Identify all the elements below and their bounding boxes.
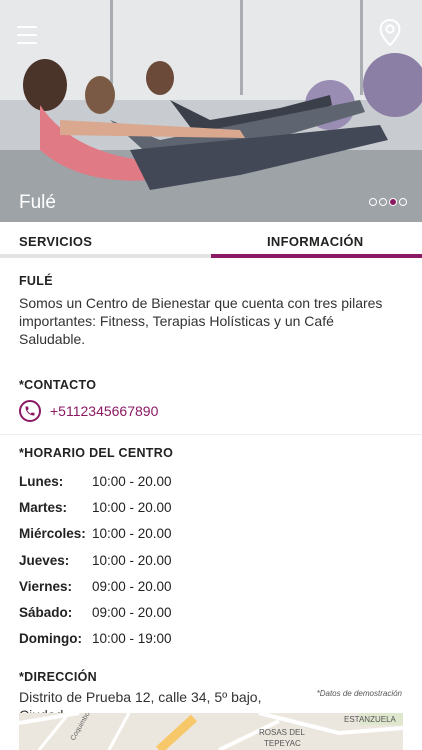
day-label: Jueves: — [19, 552, 70, 568]
map-label: ESTANZUELA — [344, 715, 397, 724]
location-map[interactable]: ESTANZUELA ROSAS DEL TEPEYAC Coquimbo — [19, 713, 403, 750]
schedule-row: Sábado: 09:00 - 20.00 — [19, 599, 403, 625]
location-pin-icon[interactable] — [378, 18, 402, 48]
tab-servicios[interactable]: SERVICIOS — [0, 222, 211, 258]
demo-data-note: *Datos de demostración — [316, 689, 402, 698]
hero-banner: Fulé — [0, 0, 422, 222]
phone-icon — [19, 400, 41, 422]
tab-bar: SERVICIOS INFORMACIÓN — [0, 222, 422, 258]
carousel-dot[interactable] — [399, 198, 407, 206]
map-graphic: ESTANZUELA ROSAS DEL TEPEYAC Coquimbo — [19, 713, 403, 750]
address-heading: *DIRECCIÓN — [19, 670, 98, 685]
hours-value: 10:00 - 20.00 — [92, 552, 172, 568]
carousel-dot[interactable] — [369, 198, 377, 206]
map-label: TEPEYAC — [264, 739, 301, 748]
schedule-row: Domingo: 10:00 - 19:00 — [19, 626, 403, 652]
hours-value: 10:00 - 20.00 — [92, 473, 172, 489]
hero-photo — [0, 0, 422, 222]
day-label: Domingo: — [19, 631, 82, 647]
day-label: Viernes: — [19, 578, 73, 594]
business-description: Somos un Centro de Bienestar que cuenta … — [19, 295, 383, 347]
contact-heading: *CONTACTO — [19, 378, 97, 392]
schedule-row: Viernes: 09:00 - 20.00 — [19, 573, 403, 599]
schedule-table: Lunes: 10:00 - 20.00 Martes: 10:00 - 20.… — [19, 468, 403, 652]
hours-value: 09:00 - 20.00 — [92, 578, 172, 594]
schedule-row: Lunes: 10:00 - 20.00 — [19, 468, 403, 494]
schedule-row: Martes: 10:00 - 20.00 — [19, 494, 403, 520]
hours-value: 09:00 - 20.00 — [92, 605, 172, 621]
tab-informacion-label: INFORMACIÓN — [267, 234, 364, 249]
map-label: ROSAS DEL — [259, 728, 305, 737]
carousel-dot[interactable] — [379, 198, 387, 206]
hours-value: 10:00 - 20.00 — [92, 499, 172, 515]
carousel-indicator — [369, 198, 407, 206]
day-label: Sábado: — [19, 605, 73, 621]
contact-section: *CONTACTO +5112345667890 — [0, 348, 422, 434]
day-label: Lunes: — [19, 473, 64, 489]
phone-link[interactable]: +5112345667890 — [19, 400, 403, 422]
hours-value: 10:00 - 19:00 — [92, 631, 172, 647]
schedule-row: Jueves: 10:00 - 20.00 — [19, 547, 403, 573]
carousel-dot-active[interactable] — [389, 198, 397, 206]
schedule-section: *HORARIO DEL CENTRO Lunes: 10:00 - 20.00… — [0, 435, 422, 652]
day-label: Martes: — [19, 499, 68, 515]
phone-number: +5112345667890 — [50, 403, 159, 419]
menu-button[interactable] — [17, 26, 37, 46]
tab-servicios-label: SERVICIOS — [19, 234, 93, 249]
schedule-row: Miércoles: 10:00 - 20.00 — [19, 521, 403, 547]
about-section: FULÉ Somos un Centro de Bienestar que cu… — [0, 258, 422, 348]
schedule-heading: *HORARIO DEL CENTRO — [19, 446, 174, 460]
tab-informacion[interactable]: INFORMACIÓN — [211, 222, 422, 258]
hours-value: 10:00 - 20.00 — [92, 526, 172, 542]
hero-title: Fulé — [19, 192, 56, 213]
business-name: FULÉ — [19, 274, 53, 288]
info-content: FULÉ Somos un Centro de Bienestar que cu… — [0, 258, 422, 724]
day-label: Miércoles: — [19, 526, 86, 542]
